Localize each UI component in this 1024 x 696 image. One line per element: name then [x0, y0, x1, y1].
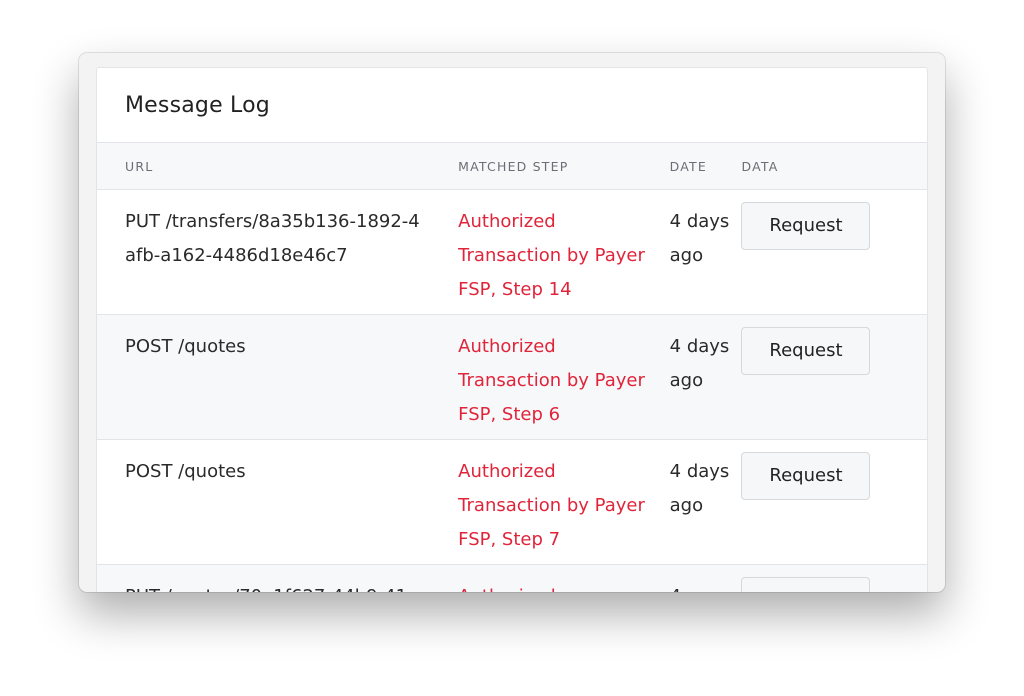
date-cell: 4 days ago	[670, 205, 742, 273]
matched-step-link[interactable]: Authorized Transaction by Payer FSP, Ste…	[458, 205, 669, 307]
url-cell: PUT /quotes/70e1f627-44b9-41a6	[97, 580, 458, 592]
date-text: 4 days ago	[669, 336, 730, 391]
matched-step-cell: Authorized	[458, 580, 669, 592]
date-text: 4 days ago	[669, 211, 730, 266]
column-header-data: DATA	[741, 158, 779, 174]
data-cell: Request	[741, 577, 927, 592]
date-cell: 4	[670, 580, 742, 592]
request-button[interactable]: Request	[741, 327, 871, 375]
matched-step-cell: Authorized Transaction by Payer FSP, Ste…	[458, 330, 669, 432]
matched-step-link[interactable]: Authorized Transaction by Payer FSP, Ste…	[458, 455, 669, 557]
url-cell: PUT /transfers/8a35b136-1892-4afb-a162-4…	[97, 205, 458, 273]
date-text: 4	[670, 580, 742, 592]
column-header-matched-step: MATCHED STEP	[458, 158, 569, 174]
message-log-card: Message Log URL MATCHED STEP DATE DATA P…	[96, 67, 928, 592]
date-cell: 4 days ago	[670, 330, 742, 398]
card-title: Message Log	[125, 92, 270, 118]
date-text: 4 days ago	[669, 461, 730, 516]
matched-step-link[interactable]: Authorized	[458, 580, 669, 592]
data-cell: Request	[741, 452, 927, 500]
matched-step-cell: Authorized Transaction by Payer FSP, Ste…	[458, 205, 669, 307]
url-text: PUT /quotes/70e1f627-44b9-41a6	[125, 580, 458, 592]
data-cell: Request	[741, 327, 927, 375]
url-cell: POST /quotes	[97, 330, 458, 364]
column-header-url: URL	[125, 158, 154, 174]
url-text: POST /quotes	[125, 336, 246, 357]
card-header: Message Log	[97, 68, 927, 143]
url-text: POST /quotes	[125, 461, 246, 482]
url-text: PUT /transfers/8a35b136-1892-4afb-a162-4…	[125, 211, 420, 266]
date-cell: 4 days ago	[670, 455, 742, 523]
data-cell: Request	[741, 202, 927, 250]
matched-step-cell: Authorized Transaction by Payer FSP, Ste…	[458, 455, 669, 557]
request-button[interactable]: Request	[741, 577, 871, 592]
table-header: URL MATCHED STEP DATE DATA	[97, 143, 927, 190]
app-window: Message Log URL MATCHED STEP DATE DATA P…	[79, 53, 945, 592]
table-row: POST /quotes Authorized Transaction by P…	[97, 315, 927, 440]
request-button[interactable]: Request	[741, 452, 871, 500]
column-header-date: DATE	[669, 158, 707, 174]
table-row: POST /quotes Authorized Transaction by P…	[97, 440, 927, 565]
table-row: PUT /quotes/70e1f627-44b9-41a6 Authorize…	[97, 565, 927, 592]
url-cell: POST /quotes	[97, 455, 458, 489]
table-row: PUT /transfers/8a35b136-1892-4afb-a162-4…	[97, 190, 927, 315]
request-button[interactable]: Request	[741, 202, 871, 250]
matched-step-link[interactable]: Authorized Transaction by Payer FSP, Ste…	[458, 330, 669, 432]
